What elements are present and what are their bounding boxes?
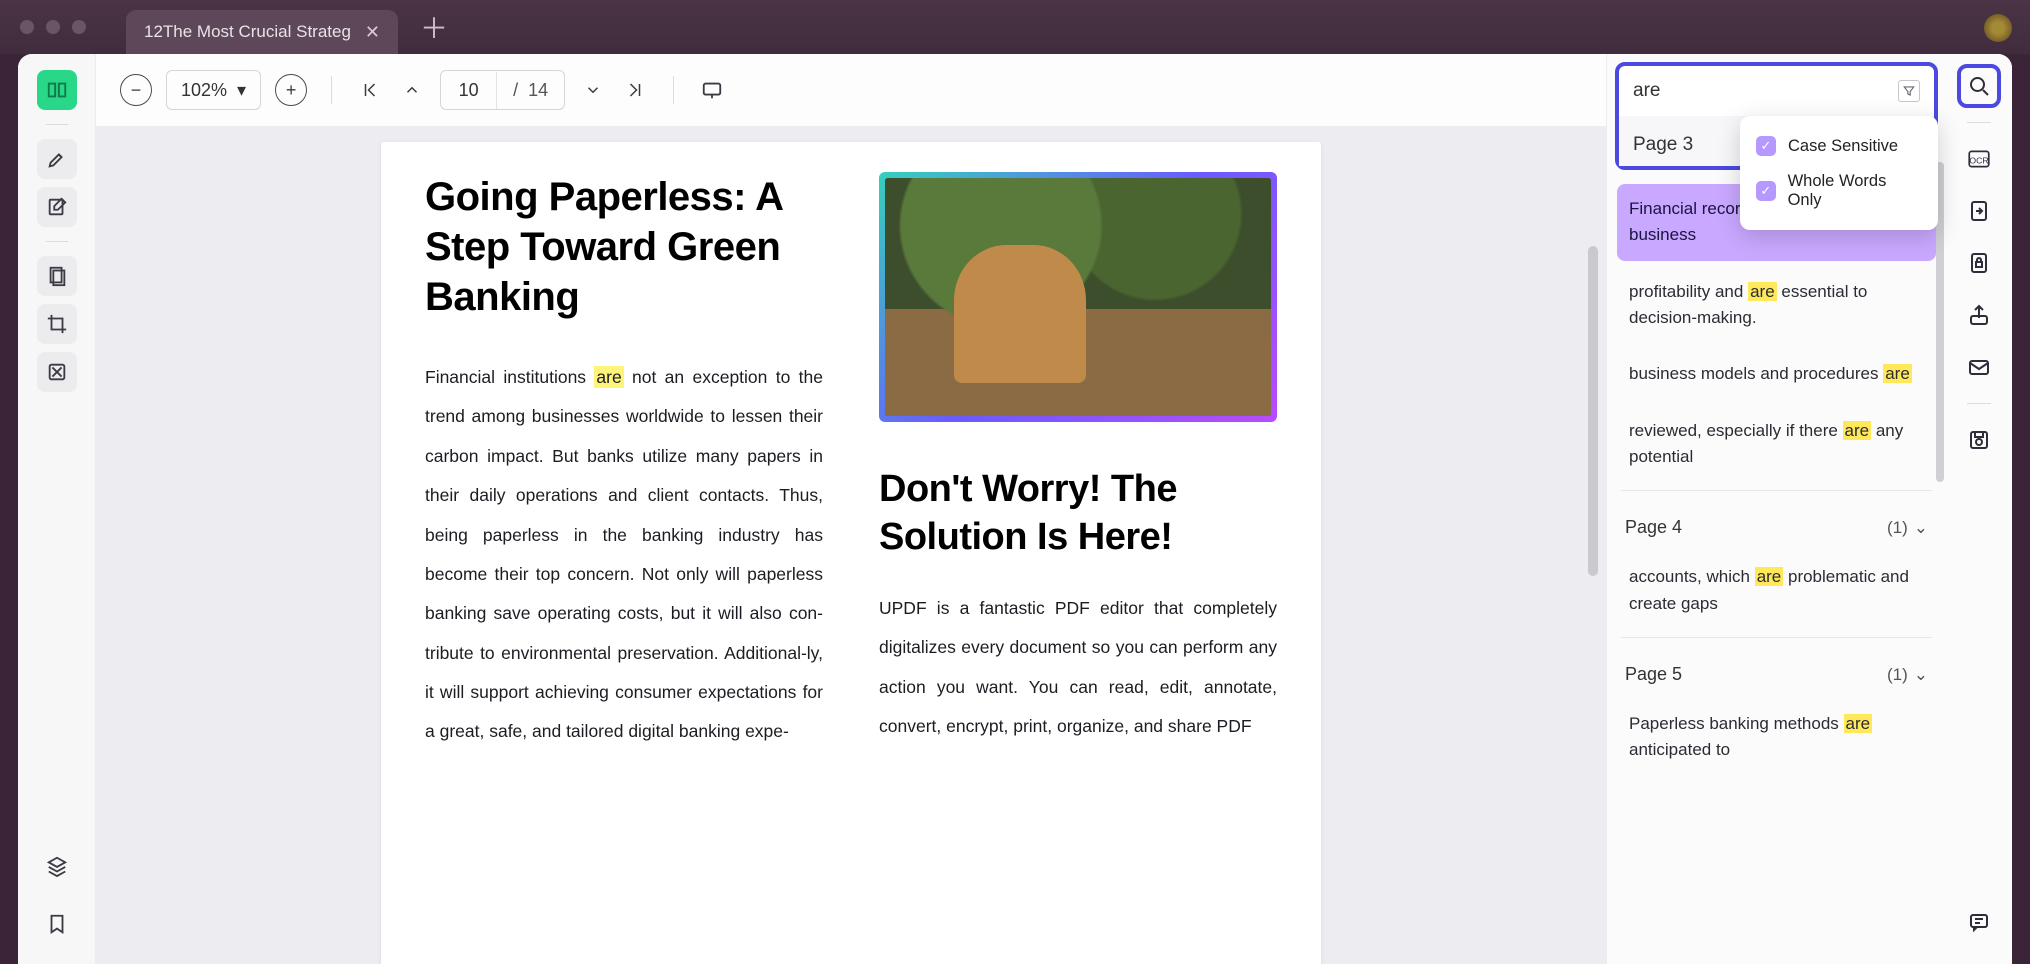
ocr-button[interactable]: OCR bbox=[1957, 137, 2001, 181]
reader-mode-button[interactable] bbox=[37, 70, 77, 110]
chevron-down-icon: ⌄ bbox=[1914, 665, 1928, 685]
search-result-item[interactable]: reviewed, especially if there are any po… bbox=[1617, 406, 1936, 483]
section-heading: Don't Worry! The Solution Is Here! bbox=[879, 466, 1277, 561]
bookmark-button[interactable] bbox=[37, 904, 77, 944]
separator bbox=[1967, 122, 1991, 123]
app-logo-icon bbox=[1984, 14, 2012, 42]
zoom-in-button[interactable]: + bbox=[275, 74, 307, 106]
whole-words-option[interactable]: ✓ Whole Words Only bbox=[1756, 164, 1922, 218]
maximize-window-icon[interactable] bbox=[72, 20, 86, 34]
next-page-button[interactable] bbox=[579, 76, 607, 104]
separator bbox=[1621, 490, 1932, 491]
highlighted-word: are bbox=[594, 366, 623, 388]
document-tab[interactable]: 12The Most Crucial Strateg ✕ bbox=[126, 10, 398, 54]
highlighter-tool-button[interactable] bbox=[37, 139, 77, 179]
search-results-list[interactable]: Financial records are crucial for any bu… bbox=[1607, 178, 1946, 964]
prev-page-button[interactable] bbox=[398, 76, 426, 104]
first-page-button[interactable] bbox=[356, 76, 384, 104]
protect-button[interactable] bbox=[1957, 241, 2001, 285]
search-filter-button[interactable] bbox=[1898, 80, 1920, 102]
document-viewport[interactable]: Going Paperless: A Step Toward Green Ban… bbox=[96, 126, 1606, 964]
search-result-item[interactable]: accounts, which are problematic and crea… bbox=[1617, 552, 1936, 629]
svg-text:OCR: OCR bbox=[1969, 155, 1988, 165]
search-result-item[interactable]: business models and procedures are bbox=[1617, 349, 1936, 399]
last-page-button[interactable] bbox=[621, 76, 649, 104]
comments-button[interactable] bbox=[1957, 900, 2001, 944]
search-result-item[interactable]: profitability and are essential to decis… bbox=[1617, 267, 1936, 344]
checkbox-checked-icon: ✓ bbox=[1756, 136, 1776, 156]
case-sensitive-option[interactable]: ✓ Case Sensitive bbox=[1756, 128, 1922, 164]
search-button[interactable] bbox=[1957, 64, 2001, 108]
tab-title: 12The Most Crucial Strateg bbox=[144, 22, 351, 42]
redact-tool-button[interactable] bbox=[37, 352, 77, 392]
scrollbar-thumb[interactable] bbox=[1588, 246, 1598, 576]
right-sidebar: OCR bbox=[1946, 54, 2012, 964]
chevron-down-icon: ⌄ bbox=[1914, 518, 1928, 538]
zoom-value: 102% bbox=[181, 80, 227, 101]
page-heading: Going Paperless: A Step Toward Green Ban… bbox=[425, 172, 823, 322]
page-indicator[interactable]: 10 / 14 bbox=[440, 70, 565, 110]
result-group-header[interactable]: Page 4 (1) ⌄ bbox=[1615, 499, 1938, 546]
result-group-header[interactable]: Page 5 (1) ⌄ bbox=[1615, 646, 1938, 693]
presentation-button[interactable] bbox=[698, 76, 726, 104]
window-controls bbox=[20, 20, 86, 34]
result-group-label: Page 4 bbox=[1625, 517, 1682, 538]
search-options-popover: ✓ Case Sensitive ✓ Whole Words Only bbox=[1740, 116, 1938, 230]
zoom-select[interactable]: 102% ▾ bbox=[166, 70, 261, 110]
checkbox-checked-icon: ✓ bbox=[1756, 181, 1776, 201]
pdf-page: Going Paperless: A Step Toward Green Ban… bbox=[381, 142, 1321, 964]
convert-button[interactable] bbox=[1957, 189, 2001, 233]
current-page-input[interactable]: 10 bbox=[441, 72, 497, 109]
paragraph: Financial institutions are not an except… bbox=[425, 358, 823, 752]
edit-tool-button[interactable] bbox=[37, 187, 77, 227]
minimize-window-icon[interactable] bbox=[46, 20, 60, 34]
crop-tool-button[interactable] bbox=[37, 304, 77, 344]
search-result-item[interactable]: Paperless banking methods are anticipate… bbox=[1617, 699, 1936, 776]
chevron-down-icon: ▾ bbox=[237, 80, 246, 101]
separator bbox=[46, 241, 68, 242]
save-button[interactable] bbox=[1957, 418, 2001, 462]
titlebar: 12The Most Crucial Strateg ✕ ＋ bbox=[0, 0, 2030, 54]
total-pages: 14 bbox=[528, 80, 548, 100]
layers-button[interactable] bbox=[37, 846, 77, 886]
top-toolbar: − 102% ▾ + 10 / 14 bbox=[96, 54, 1606, 126]
search-input[interactable] bbox=[1633, 80, 1888, 102]
left-sidebar bbox=[18, 54, 96, 964]
separator bbox=[1967, 403, 1991, 404]
zoom-out-button[interactable]: − bbox=[120, 74, 152, 106]
paragraph: UPDF is a fantastic PDF editor that comp… bbox=[879, 589, 1277, 747]
email-button[interactable] bbox=[1957, 345, 2001, 389]
search-panel: Page 3 ✓ Case Sensitive ✓ Whole Words On… bbox=[1606, 54, 1946, 964]
tab-close-icon[interactable]: ✕ bbox=[365, 22, 380, 43]
result-group-label: Page 5 bbox=[1625, 664, 1682, 685]
separator bbox=[673, 76, 674, 104]
new-tab-button[interactable]: ＋ bbox=[420, 7, 448, 47]
search-highlighted-area: Page 3 ✓ Case Sensitive ✓ Whole Words On… bbox=[1615, 62, 1938, 170]
separator bbox=[331, 76, 332, 104]
article-image bbox=[879, 172, 1277, 422]
share-button[interactable] bbox=[1957, 293, 2001, 337]
separator bbox=[46, 124, 68, 125]
close-window-icon[interactable] bbox=[20, 20, 34, 34]
separator bbox=[1621, 637, 1932, 638]
pages-tool-button[interactable] bbox=[37, 256, 77, 296]
